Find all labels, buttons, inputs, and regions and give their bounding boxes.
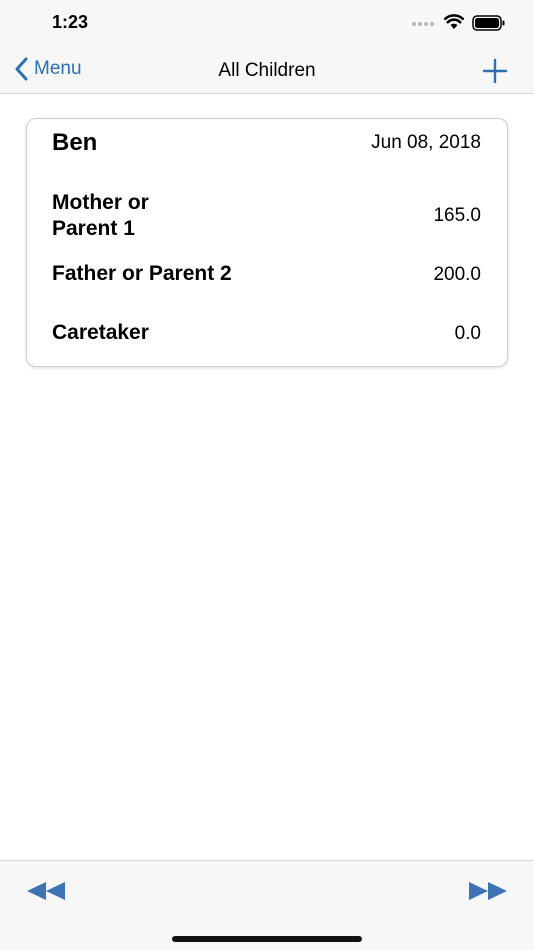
father-label: Father or Parent 2	[52, 262, 232, 285]
status-bar: 1:23	[0, 0, 534, 48]
battery-icon	[472, 15, 505, 31]
home-indicator[interactable]	[172, 936, 362, 942]
child-date: Jun 08, 2018	[371, 132, 481, 153]
cellular-signal-icon	[412, 22, 434, 26]
page-title: All Children	[218, 60, 316, 81]
bottom-toolbar	[0, 860, 534, 950]
child-card[interactable]: Ben Jun 08, 2018 Mother or Parent 1 165.…	[26, 118, 508, 367]
mother-value: 165.0	[433, 205, 481, 226]
fast-forward-icon	[469, 882, 507, 900]
mother-label: Mother or Parent 1	[52, 191, 149, 240]
caretaker-label: Caretaker	[52, 321, 149, 344]
previous-button[interactable]	[26, 881, 66, 906]
plus-icon	[482, 58, 508, 84]
add-child-button[interactable]	[482, 58, 508, 89]
navigation-bar: Menu All Children	[0, 48, 534, 94]
status-time: 1:23	[52, 12, 89, 32]
child-name: Ben	[52, 129, 98, 156]
caretaker-value: 0.0	[454, 323, 481, 344]
father-value: 200.0	[433, 264, 481, 285]
rewind-icon	[27, 882, 65, 900]
wifi-icon	[444, 14, 464, 29]
next-button[interactable]	[468, 881, 508, 906]
